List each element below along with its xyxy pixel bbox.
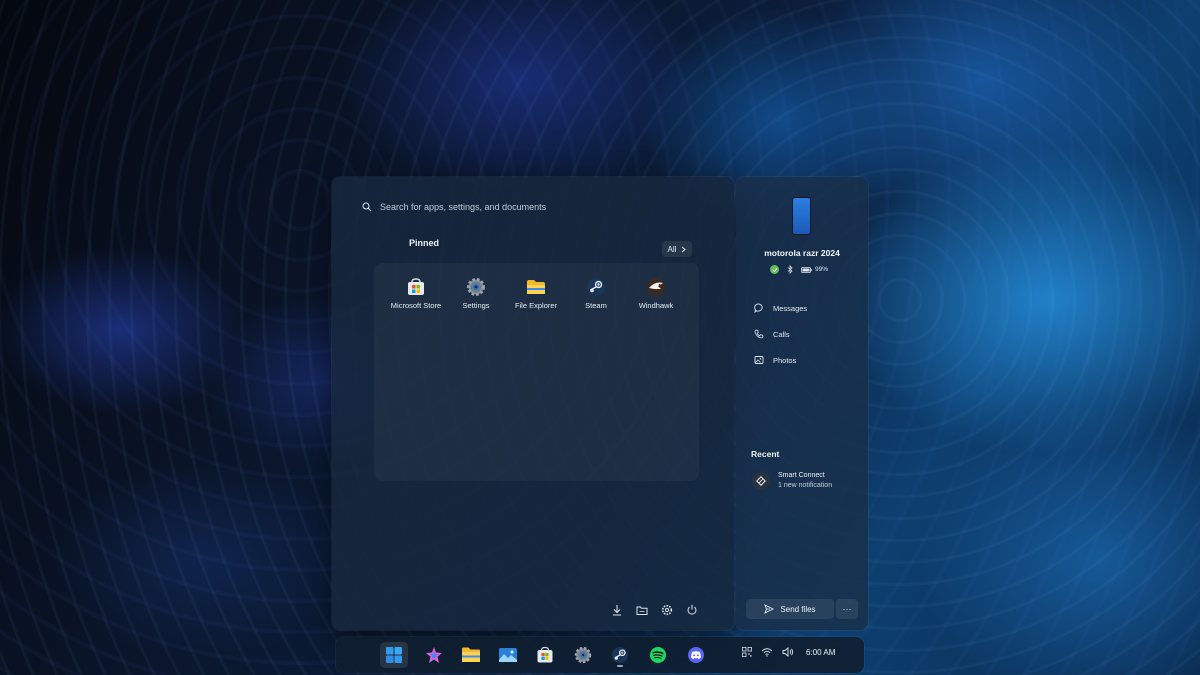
phone-status: 99% xyxy=(770,265,828,274)
photos-link[interactable]: Photos xyxy=(754,347,807,373)
battery-indicator: 99% xyxy=(801,266,828,273)
photos-label: Photos xyxy=(773,355,797,365)
system-tray: 6:00 AM xyxy=(742,647,835,657)
steam-icon xyxy=(612,647,628,663)
taskbar: 6:00 AM xyxy=(336,637,864,673)
bing-copilot-icon xyxy=(426,647,442,663)
pinned-app-steam[interactable]: Steam xyxy=(566,277,626,310)
spotify-icon xyxy=(650,647,666,663)
taskbar-discord[interactable] xyxy=(682,642,710,668)
taskbar-microsoft-store[interactable] xyxy=(531,642,559,668)
battery-icon xyxy=(801,266,812,273)
messages-icon xyxy=(754,303,763,313)
start-menu: Pinned All Microsoft Store xyxy=(332,177,734,630)
phone-link-panel: motorola razr 2024 99% Messages Calls Ph… xyxy=(736,177,868,630)
start-icon xyxy=(386,647,402,663)
power-icon[interactable] xyxy=(686,604,698,616)
folder-icon xyxy=(527,280,545,294)
start-footer xyxy=(611,604,698,616)
app-label: File Explorer xyxy=(514,301,558,310)
send-files-button[interactable]: Send files xyxy=(746,599,834,619)
calls-label: Calls xyxy=(773,329,790,339)
pinned-app-settings[interactable]: Settings xyxy=(446,277,506,310)
taskbar-spotify[interactable] xyxy=(644,642,672,668)
qr-code-icon[interactable] xyxy=(742,647,752,657)
microsoft-store-icon xyxy=(408,278,424,295)
app-label: Settings xyxy=(462,301,490,310)
photos-icon xyxy=(499,648,517,662)
send-icon xyxy=(764,604,775,614)
windhawk-icon xyxy=(647,278,665,296)
bluetooth-icon xyxy=(787,265,793,274)
file-explorer-icon xyxy=(462,647,480,662)
app-label: Microsoft Store xyxy=(390,301,442,310)
settings-icon xyxy=(574,646,592,664)
notification-text: 1 new notification xyxy=(778,482,833,489)
clock-time[interactable]: 6:00 AM xyxy=(806,648,835,657)
taskbar-copilot[interactable] xyxy=(420,642,448,668)
discord-icon xyxy=(688,647,704,663)
settings-gear-icon xyxy=(467,278,485,296)
messages-label: Messages xyxy=(773,303,808,313)
battery-level: 99% xyxy=(815,266,829,273)
phone-quick-links: Messages Calls Photos xyxy=(754,295,807,373)
messages-link[interactable]: Messages xyxy=(754,295,807,321)
wifi-icon[interactable] xyxy=(761,647,773,657)
pinned-app-file-explorer[interactable]: File Explorer xyxy=(506,277,566,310)
all-apps-label: All xyxy=(667,244,677,254)
taskbar-steam[interactable] xyxy=(606,642,634,668)
calls-icon xyxy=(754,329,764,339)
taskbar-settings[interactable] xyxy=(569,642,597,668)
notification-app: Smart Connect xyxy=(778,472,825,479)
steam-icon xyxy=(587,278,605,296)
pinned-app-microsoft-store[interactable]: Microsoft Store xyxy=(386,277,446,310)
search-icon xyxy=(362,202,372,212)
taskbar-file-explorer[interactable] xyxy=(457,642,485,668)
smart-connect-icon xyxy=(752,472,770,490)
recent-title: Recent xyxy=(751,449,780,459)
taskbar-start-button[interactable] xyxy=(380,642,408,668)
running-indicator xyxy=(617,665,623,667)
recent-notification[interactable]: Smart Connect 1 new notification xyxy=(752,472,832,490)
calls-link[interactable]: Calls xyxy=(754,321,807,347)
app-label: Steam xyxy=(585,301,607,310)
all-apps-button[interactable]: All xyxy=(662,241,692,257)
chevron-right-icon xyxy=(682,246,687,252)
pinned-app-windhawk[interactable]: Windhawk xyxy=(626,277,686,310)
documents-folder-icon[interactable] xyxy=(636,604,648,616)
volume-icon[interactable] xyxy=(782,647,794,657)
more-options-button[interactable]: ··· xyxy=(836,599,858,619)
photos-icon xyxy=(754,356,764,364)
send-files-label: Send files xyxy=(780,604,816,614)
phone-image xyxy=(792,197,811,235)
settings-icon[interactable] xyxy=(661,604,673,616)
taskbar-photos[interactable] xyxy=(494,642,522,668)
search-bar[interactable] xyxy=(362,199,702,215)
phone-name: motorola razr 2024 xyxy=(764,248,840,258)
downloads-icon[interactable] xyxy=(611,604,623,616)
pinned-title: Pinned xyxy=(409,238,440,248)
search-input[interactable] xyxy=(380,202,680,212)
microsoft-store-icon xyxy=(537,646,553,663)
connected-check-icon xyxy=(770,265,779,274)
app-label: Windhawk xyxy=(638,301,674,310)
pinned-apps-grid: Microsoft Store Settings File Explorer S… xyxy=(374,263,699,481)
